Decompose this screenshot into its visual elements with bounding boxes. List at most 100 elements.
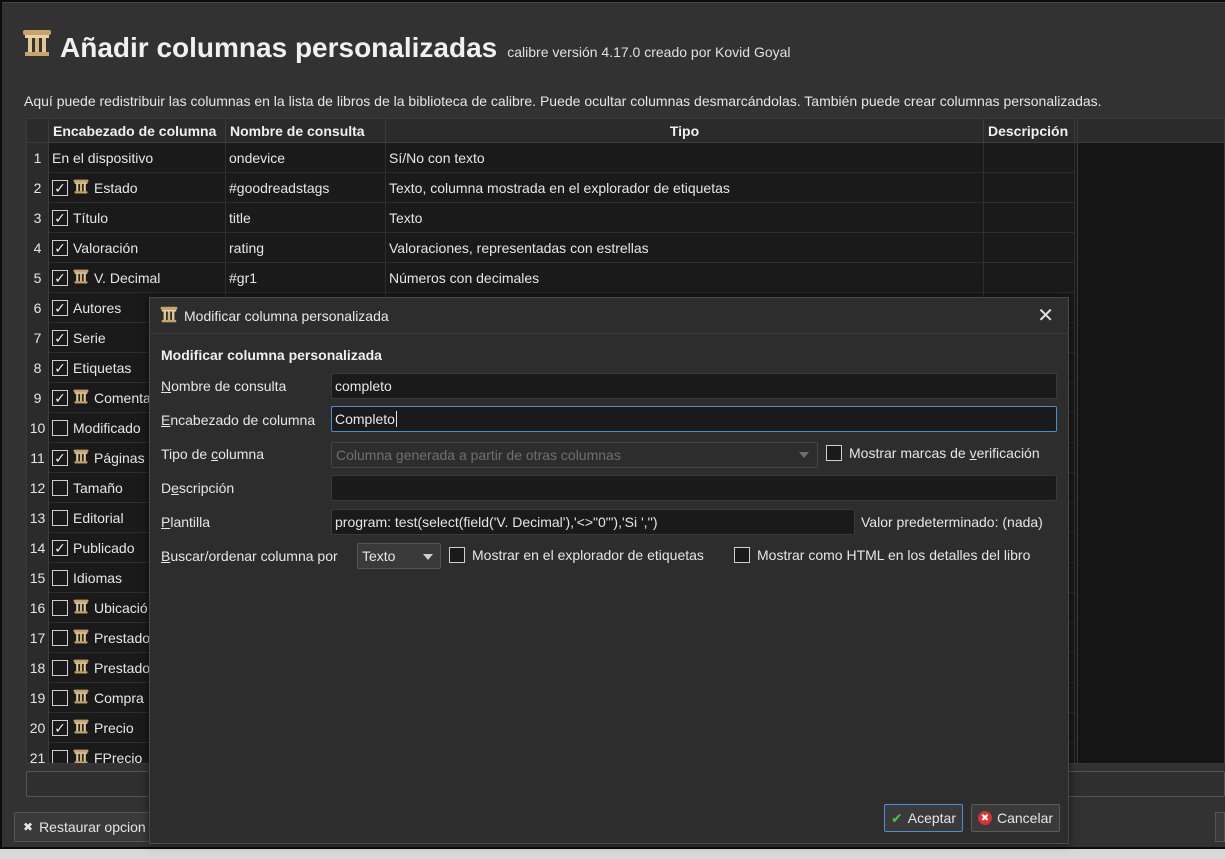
lookup-name-cell[interactable]: #goodreadstags xyxy=(226,172,386,203)
close-icon[interactable]: ✕ xyxy=(1037,306,1054,326)
visibility-checkbox[interactable] xyxy=(52,359,68,376)
show-as-html-checkbox[interactable]: Mostrar como HTML en los detalles del li… xyxy=(734,547,1030,563)
type-cell[interactable]: Texto, columna mostrada en el explorador… xyxy=(386,172,984,203)
table-row[interactable]: 1 En el dispositivo ondevice Sí/No con text… xyxy=(27,142,1075,173)
header: Añadir columnas personalizadas calibre v… xyxy=(22,29,791,64)
row-number: 13 xyxy=(27,502,49,533)
lookup-name-input[interactable]: completo xyxy=(331,373,1057,399)
visibility-checkbox[interactable] xyxy=(52,719,68,736)
visibility-checkbox[interactable] xyxy=(52,749,68,763)
visibility-checkbox[interactable] xyxy=(52,239,68,256)
cancel-button[interactable]: ✖ Cancelar xyxy=(971,804,1061,832)
type-cell[interactable]: Sí/No con texto xyxy=(386,142,984,173)
type-cell[interactable]: Valoraciones, representadas con estrella… xyxy=(386,232,984,263)
description-cell[interactable] xyxy=(984,232,1075,263)
column-heading-text: Páginas xyxy=(94,449,145,466)
row-number: 15 xyxy=(27,562,49,593)
description-cell[interactable] xyxy=(984,262,1075,293)
visibility-checkbox[interactable] xyxy=(52,569,68,586)
column-heading-text: Modificado xyxy=(73,419,141,436)
visibility-checkbox[interactable] xyxy=(52,509,68,526)
visibility-checkbox[interactable] xyxy=(52,629,68,646)
type-cell[interactable]: Texto xyxy=(386,202,984,233)
lookup-name-cell[interactable]: rating xyxy=(226,232,386,263)
column-heading-label: Encabezado de columna xyxy=(161,412,316,428)
column-heading-text: Ubicació xyxy=(94,599,148,616)
checkbox-box[interactable] xyxy=(826,445,842,461)
custom-column-icon xyxy=(73,749,89,764)
visibility-checkbox[interactable] xyxy=(52,599,68,616)
template-label: Plantilla xyxy=(161,514,211,530)
visibility-checkbox[interactable] xyxy=(52,269,68,286)
row-number-header xyxy=(27,119,49,142)
custom-column-icon xyxy=(73,269,89,287)
restore-button-label: Restaurar opcion xyxy=(39,819,146,835)
custom-column-icon xyxy=(73,449,89,467)
custom-column-icon xyxy=(73,599,89,617)
chevron-down-icon xyxy=(423,554,433,560)
row-number: 11 xyxy=(27,442,49,473)
checkbox-box[interactable] xyxy=(449,547,465,563)
column-heading-text: Valoración xyxy=(73,239,139,256)
restore-settings-button[interactable]: ✖ Restaurar opcion xyxy=(14,812,154,842)
visibility-checkbox[interactable] xyxy=(52,449,68,466)
column-heading-cell[interactable]: Valoración xyxy=(49,232,226,263)
column-type-label: Tipo de columna xyxy=(161,446,264,462)
visibility-checkbox[interactable] xyxy=(52,539,68,556)
row-number: 19 xyxy=(27,682,49,713)
visibility-checkbox[interactable] xyxy=(52,419,68,436)
visibility-checkbox[interactable] xyxy=(52,479,68,496)
column-heading-text: Tamaño xyxy=(73,479,123,496)
visibility-checkbox[interactable] xyxy=(52,329,68,346)
visibility-checkbox[interactable] xyxy=(52,299,68,316)
row-number: 7 xyxy=(27,322,49,353)
visibility-checkbox[interactable] xyxy=(52,209,68,226)
partial-button[interactable] xyxy=(1215,812,1225,842)
col-header-descripcion[interactable]: Descripción xyxy=(984,119,1075,142)
show-in-tag-browser-checkbox[interactable]: Mostrar en el explorador de etiquetas xyxy=(449,547,704,563)
column-heading-cell[interactable]: Título xyxy=(49,202,226,233)
edit-custom-column-dialog: Modificar columna personalizada ✕ Modifi… xyxy=(149,297,1069,844)
table-row[interactable]: 5 V. Decimal #gr1Números con decimales xyxy=(27,262,1075,293)
column-heading-text: Estado xyxy=(94,179,138,196)
table-row[interactable]: 2 Estado #goodreadstagsTexto, columna most… xyxy=(27,172,1075,203)
table-row[interactable]: 3 Título titleTexto xyxy=(27,202,1075,233)
column-heading-cell[interactable]: V. Decimal xyxy=(49,262,226,293)
type-cell[interactable]: Números con decimales xyxy=(386,262,984,293)
visibility-checkbox[interactable] xyxy=(52,659,68,676)
col-header-tipo[interactable]: Tipo xyxy=(386,119,984,142)
description-text: Aquí puede redistribuir las columnas en … xyxy=(24,93,1102,109)
visibility-checkbox[interactable] xyxy=(52,179,68,196)
ok-button[interactable]: ✔ Aceptar xyxy=(884,804,963,832)
lookup-name-cell[interactable]: title xyxy=(226,202,386,233)
row-number: 14 xyxy=(27,532,49,563)
sort-by-select[interactable]: Texto xyxy=(357,543,441,569)
checkbox-box[interactable] xyxy=(734,547,750,563)
template-input[interactable]: program: test(select(field('V. Decimal')… xyxy=(331,509,855,535)
row-number: 2 xyxy=(27,172,49,203)
col-header-nombre-consulta[interactable]: Nombre de consulta xyxy=(226,119,386,142)
table-row[interactable]: 4 Valoración ratingValoraciones, represent… xyxy=(27,232,1075,263)
column-heading-text: Etiquetas xyxy=(73,359,132,376)
lookup-name-cell[interactable]: #gr1 xyxy=(226,262,386,293)
description-input[interactable] xyxy=(331,475,1057,501)
column-heading-input[interactable]: Completo xyxy=(331,406,1057,432)
visibility-checkbox[interactable] xyxy=(52,689,68,706)
description-cell[interactable] xyxy=(984,172,1075,203)
description-cell[interactable] xyxy=(984,142,1075,173)
col-header-encabezado[interactable]: Encabezado de columna xyxy=(49,119,226,142)
lookup-name-cell[interactable]: ondevice xyxy=(226,142,386,173)
column-heading-cell[interactable]: En el dispositivo xyxy=(49,142,226,173)
visibility-checkbox[interactable] xyxy=(52,389,68,406)
row-number: 9 xyxy=(27,382,49,413)
row-number: 21 xyxy=(27,742,49,763)
custom-column-icon xyxy=(73,629,89,647)
show-checkmarks-checkbox[interactable]: Mostrar marcas de verificación xyxy=(826,445,1040,461)
dialog-heading: Modificar columna personalizada xyxy=(161,347,382,363)
column-heading-text: Título xyxy=(73,209,109,226)
column-heading-text: Editorial xyxy=(73,509,124,526)
custom-column-icon xyxy=(73,689,89,707)
column-heading-cell[interactable]: Estado xyxy=(49,172,226,203)
column-heading-text: Prestado xyxy=(94,659,151,676)
description-cell[interactable] xyxy=(984,202,1075,233)
